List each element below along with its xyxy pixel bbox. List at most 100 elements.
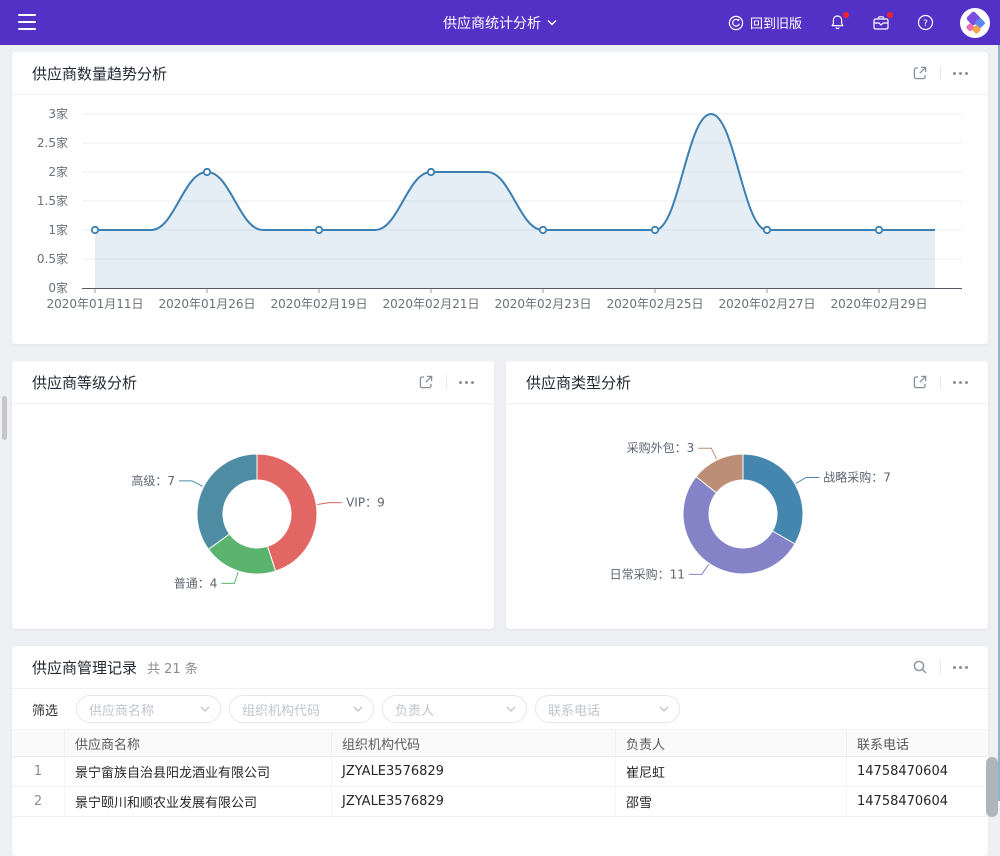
y-axis-tick-label: 2.5家 (37, 135, 68, 150)
type-card-title: 供应商类型分析 (526, 372, 631, 393)
grade-card-title: 供应商等级分析 (32, 372, 137, 393)
records-table: 供应商名称组织机构代码负责人联系电话供应商类型 1景宁畲族自治县阳龙酒业有限公司… (12, 730, 988, 817)
divider (940, 66, 941, 80)
data-point[interactable] (204, 169, 210, 175)
table-header-cell: 联系电话 (847, 730, 989, 757)
records-card-title: 供应商管理记录 (32, 657, 137, 678)
donut-slice-label: 普通：4 (174, 576, 218, 590)
data-point[interactable] (92, 227, 98, 233)
table-cell: 邵雪 (616, 787, 847, 817)
x-axis-tick-label: 2020年01月26日 (158, 297, 255, 311)
workbox-button[interactable] (872, 14, 890, 32)
y-axis-tick-label: 3家 (48, 106, 68, 121)
trend-analysis-card: 供应商数量趋势分析 3家2.5家2家1.5家1家0.5家0家2020年01月11… (12, 52, 988, 344)
label-leader-line (317, 503, 342, 505)
data-point[interactable] (764, 227, 770, 233)
row-index-cell: 2 (12, 787, 65, 817)
data-point[interactable] (540, 227, 546, 233)
donut-slice-label: 战略采购：7 (823, 470, 891, 485)
user-avatar[interactable] (960, 8, 990, 38)
row-index-cell: 1 (12, 757, 65, 787)
notification-badge (843, 12, 849, 18)
x-axis-tick-label: 2020年02月29日 (830, 297, 927, 311)
page-title: 供应商统计分析 (443, 13, 541, 33)
filter-org-code-select[interactable]: 组织机构代码 (229, 695, 374, 723)
search-icon[interactable] (912, 659, 928, 675)
notifications-button[interactable] (828, 14, 846, 32)
y-axis-tick-label: 0.5家 (37, 251, 68, 266)
chevron-down-icon (353, 705, 363, 713)
svg-text:?: ? (923, 19, 928, 29)
more-actions-icon[interactable] (953, 377, 968, 388)
filter-person-select[interactable]: 负责人 (382, 695, 527, 723)
table-cell: 14758470604 (847, 787, 989, 817)
filter-phone-select[interactable]: 联系电话 (535, 695, 680, 723)
trend-card-title: 供应商数量趋势分析 (32, 63, 167, 84)
label-leader-line (698, 448, 716, 459)
table-cell: JZYALE3576829 (332, 787, 616, 817)
select-placeholder: 联系电话 (548, 700, 600, 719)
grade-analysis-card: 供应商等级分析 VIP：9普通：4高级：7 (12, 361, 494, 629)
y-axis-tick-label: 0家 (48, 280, 68, 295)
records-count: 共 21 条 (147, 658, 198, 677)
donut-slice-label: 采购外包：3 (627, 440, 695, 455)
records-table-wrap: 供应商名称组织机构代码负责人联系电话供应商类型 1景宁畲族自治县阳龙酒业有限公司… (12, 730, 988, 817)
x-axis-tick-label: 2020年02月27日 (718, 297, 815, 311)
table-row[interactable]: 1景宁畲族自治县阳龙酒业有限公司JZYALE3576829崔尼虹14758470… (12, 757, 988, 787)
filter-supplier-name-select[interactable]: 供应商名称 (76, 695, 221, 723)
data-point[interactable] (876, 227, 882, 233)
left-scrollbar-thumb[interactable] (2, 396, 7, 440)
select-placeholder: 组织机构代码 (242, 700, 320, 719)
type-analysis-card: 供应商类型分析 战略采购：7日常采购：11采购外包：3 (506, 361, 988, 629)
divider (940, 375, 941, 389)
y-axis-tick-label: 2家 (48, 164, 68, 179)
back-to-old-version-button[interactable]: 回到旧版 (728, 13, 802, 32)
table-cell: 景宁畲族自治县阳龙酒业有限公司 (65, 757, 332, 787)
divider (940, 660, 941, 674)
export-icon[interactable] (912, 65, 928, 81)
top-navbar: 供应商统计分析 回到旧版 (0, 0, 1000, 45)
right-scrollbar-thumb[interactable] (986, 757, 998, 817)
table-header-cell: 负责人 (616, 730, 847, 757)
label-leader-line (179, 481, 203, 486)
x-axis-tick-label: 2020年02月19日 (270, 297, 367, 311)
filter-bar: 筛选 供应商名称 组织机构代码 负责人 联系电话 (12, 689, 988, 730)
donut-slice-label: VIP：9 (346, 496, 385, 510)
label-leader-line (796, 478, 819, 484)
type-donut-chart[interactable]: 战略采购：7日常采购：11采购外包：3 (506, 404, 988, 629)
table-row[interactable]: 2景宁颐川和顺农业发展有限公司JZYALE3576829邵雪1475847060… (12, 787, 988, 817)
more-actions-icon[interactable] (953, 68, 968, 79)
more-actions-icon[interactable] (459, 377, 474, 388)
workbox-badge (887, 12, 893, 18)
help-button[interactable]: ? (916, 14, 934, 32)
more-actions-icon[interactable] (953, 662, 968, 673)
x-axis-tick-label: 2020年01月11日 (46, 297, 143, 311)
x-axis-tick-label: 2020年02月23日 (494, 297, 591, 311)
select-placeholder: 负责人 (395, 700, 434, 719)
back-to-old-icon (728, 15, 744, 31)
table-cell: 景宁颐川和顺农业发展有限公司 (65, 787, 332, 817)
table-header-cell: 组织机构代码 (332, 730, 616, 757)
grade-donut-chart[interactable]: VIP：9普通：4高级：7 (12, 404, 494, 629)
select-placeholder: 供应商名称 (89, 700, 154, 719)
label-leader-line (221, 572, 238, 583)
records-card: 供应商管理记录 共 21 条 筛选 供应商名称 组织机构代码 负责人 联系电 (12, 646, 988, 856)
table-cell: 14758470604 (847, 757, 989, 787)
export-icon[interactable] (912, 374, 928, 390)
table-header-cell (12, 730, 65, 757)
donut-slice[interactable] (197, 454, 257, 549)
trend-line-chart[interactable]: 3家2.5家2家1.5家1家0.5家0家2020年01月11日2020年01月2… (12, 95, 988, 344)
avatar-logo-icon (960, 8, 990, 38)
table-header-row: 供应商名称组织机构代码负责人联系电话供应商类型 (12, 730, 988, 757)
data-point[interactable] (316, 227, 322, 233)
y-axis-tick-label: 1.5家 (37, 193, 68, 208)
donut-slice[interactable] (743, 454, 803, 544)
question-icon: ? (917, 14, 934, 31)
export-icon[interactable] (418, 374, 434, 390)
data-point[interactable] (428, 169, 434, 175)
chevron-down-icon (200, 705, 210, 713)
x-axis-tick-label: 2020年02月25日 (606, 297, 703, 311)
data-point[interactable] (652, 227, 658, 233)
chevron-down-icon (547, 19, 557, 26)
x-axis-tick-label: 2020年02月21日 (382, 297, 479, 311)
